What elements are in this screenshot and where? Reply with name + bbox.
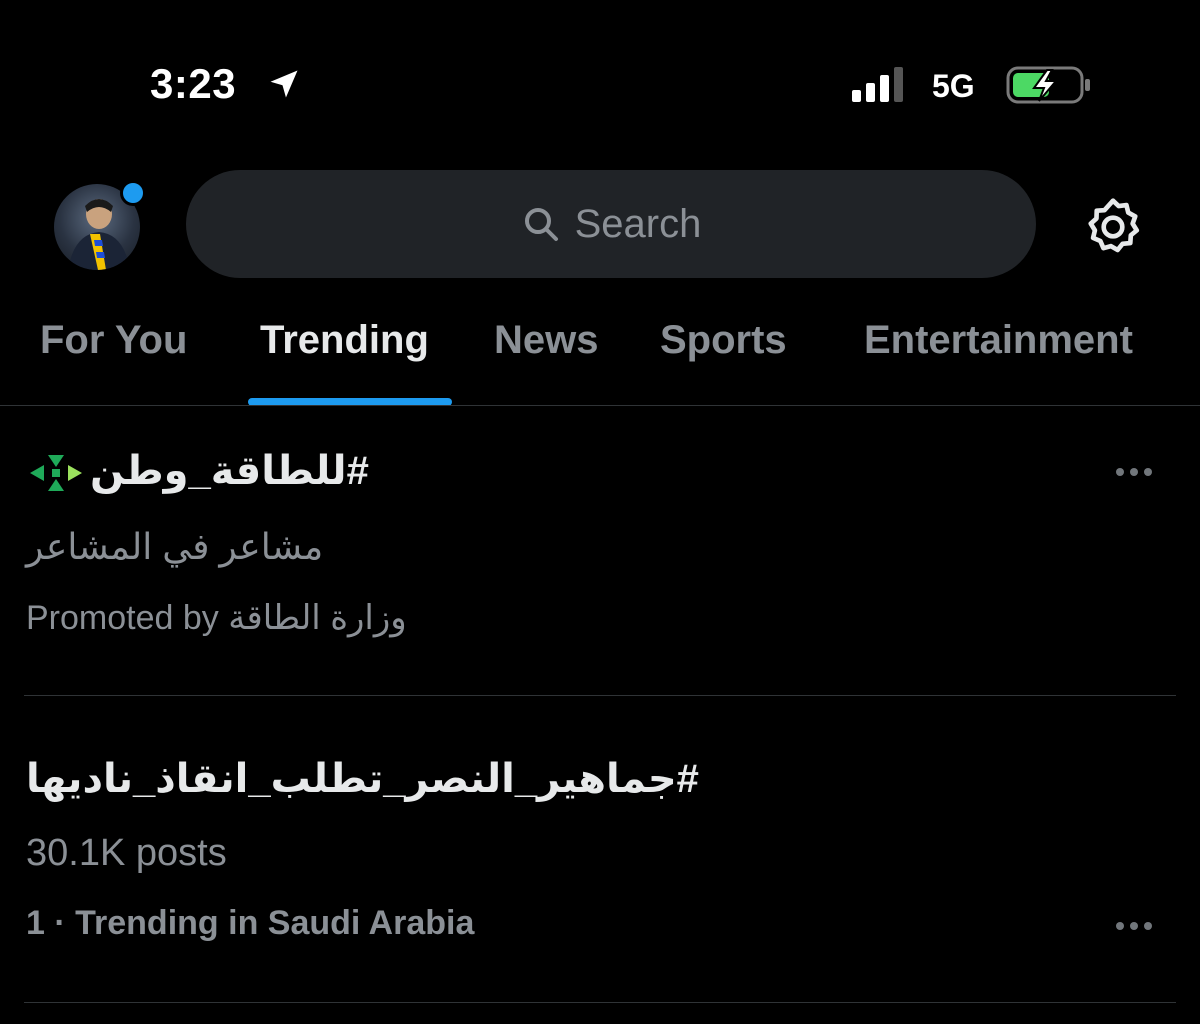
gear-icon[interactable] bbox=[1082, 196, 1144, 258]
promoted-label: Promoted by وزارة الطاقة bbox=[26, 598, 407, 638]
row-divider bbox=[24, 695, 1176, 696]
row-divider bbox=[24, 1002, 1176, 1003]
tabs-divider bbox=[0, 405, 1200, 406]
status-time: 3:23 bbox=[150, 60, 237, 107]
tab-trending[interactable]: Trending bbox=[260, 318, 429, 363]
more-options-icon[interactable] bbox=[1114, 920, 1154, 932]
tab-news[interactable]: News bbox=[494, 318, 599, 363]
trend-subtitle: مشاعر في المشاعر bbox=[26, 526, 324, 567]
trend-context: 1 · Trending in Saudi Arabia bbox=[26, 904, 475, 942]
signal-icon bbox=[852, 67, 903, 102]
trend-title: #للطاقة_وطن bbox=[90, 449, 369, 493]
search-icon bbox=[524, 208, 558, 241]
notification-dot bbox=[120, 180, 146, 206]
search-input[interactable]: Search bbox=[186, 170, 1036, 278]
tab-sports[interactable]: Sports bbox=[660, 318, 787, 363]
network-label: 5G bbox=[932, 68, 975, 104]
energy-logo-icon bbox=[30, 455, 82, 492]
promoted-by-text: Promoted by bbox=[26, 599, 219, 637]
more-options-icon[interactable] bbox=[1114, 466, 1154, 478]
trend-post-count: 30.1K posts bbox=[26, 832, 227, 874]
tab-for-you[interactable]: For You bbox=[40, 318, 187, 363]
tab-entertainment[interactable]: Entertainment bbox=[864, 318, 1133, 363]
search-placeholder: Search bbox=[574, 201, 702, 246]
trend-title[interactable]: #جماهير_النصر_تطلب_انقاذ_ناديها bbox=[26, 756, 699, 802]
promoter-name: وزارة الطاقة bbox=[228, 599, 407, 637]
trend-item[interactable]: #للطاقة_وطن bbox=[26, 448, 369, 495]
location-arrow-icon bbox=[270, 70, 298, 98]
battery-charging-icon bbox=[1006, 66, 1090, 104]
